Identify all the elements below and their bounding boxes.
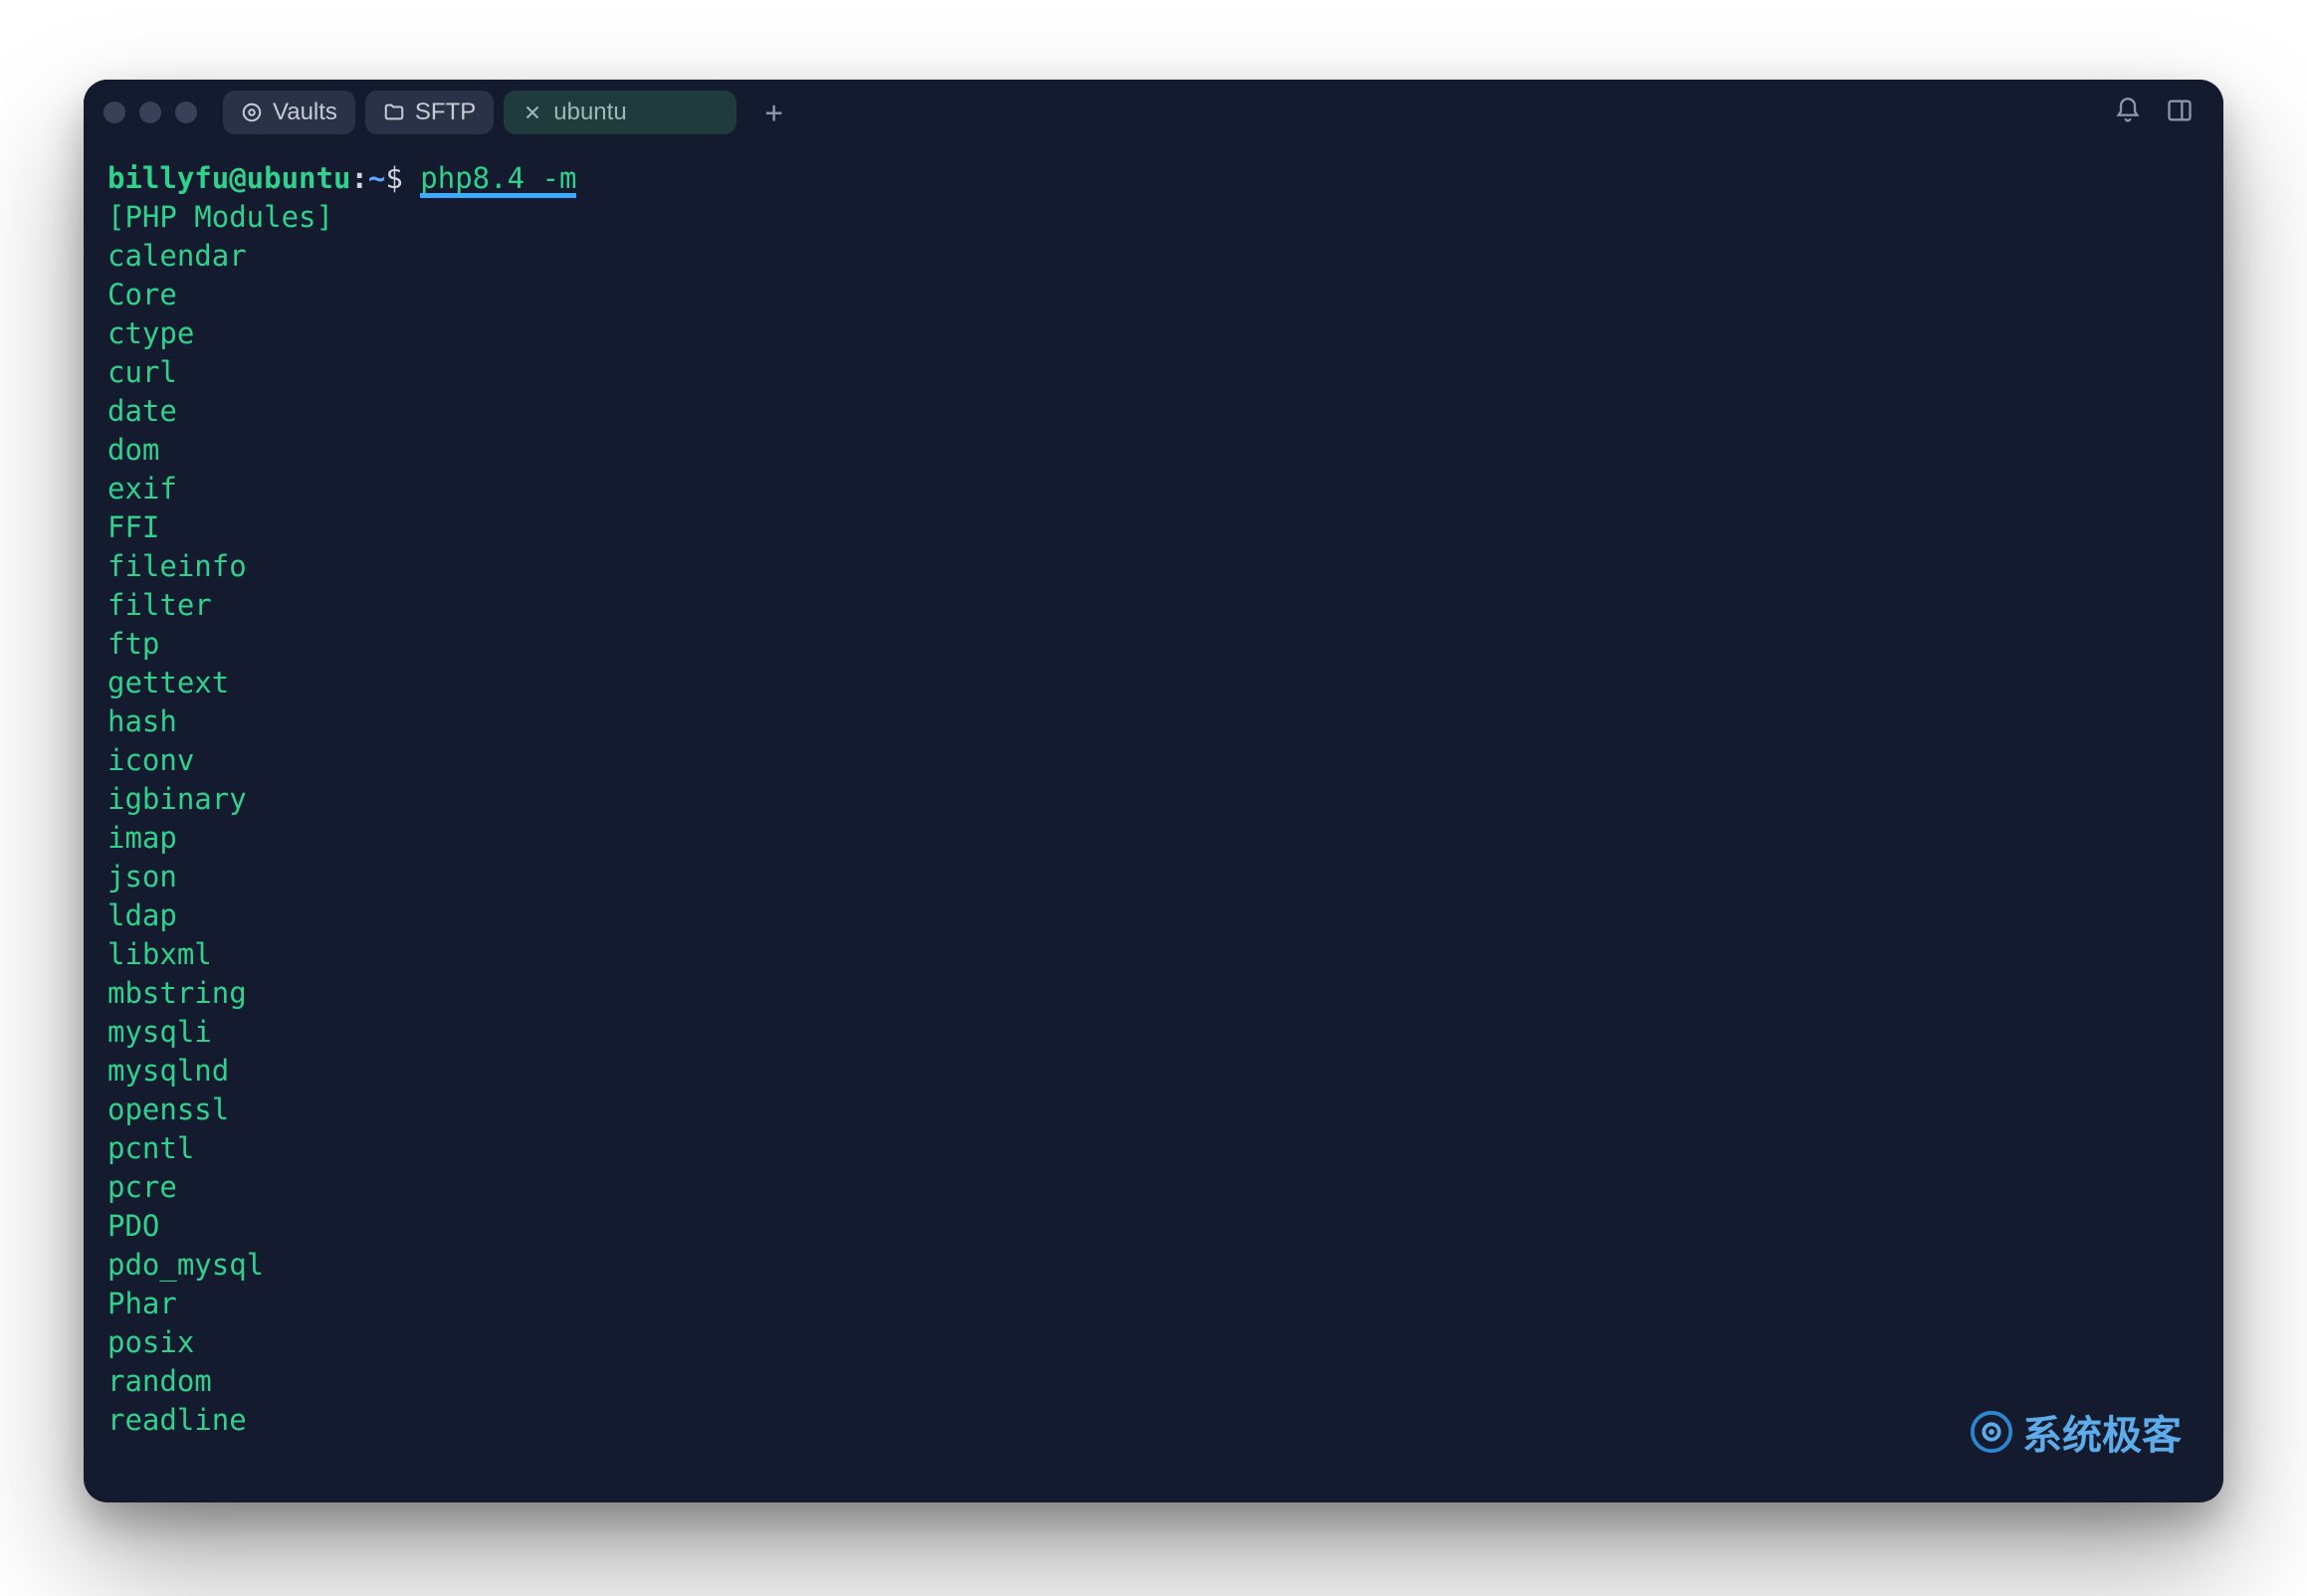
close-dot[interactable] — [104, 101, 125, 123]
prompt-sep: $ — [385, 161, 420, 195]
tab-ubuntu[interactable]: ubuntu — [504, 91, 735, 134]
bell-icon[interactable] — [2114, 97, 2142, 128]
mac-window-controls[interactable] — [104, 101, 197, 123]
panel-icon[interactable] — [2166, 97, 2194, 128]
watermark-icon — [1969, 1409, 2014, 1455]
tab-vaults[interactable]: Vaults — [223, 91, 355, 134]
new-tab-button[interactable]: + — [754, 93, 794, 132]
command-output: [PHP Modules] calendar Core ctype curl d… — [107, 200, 333, 1437]
prompt-colon: : — [350, 161, 367, 195]
terminal-body[interactable]: billyfu@ubuntu:~$ php8.4 -m [PHP Modules… — [84, 145, 2223, 1502]
prompt-path: ~ — [368, 161, 385, 195]
prompt-user-host: billyfu@ubuntu — [107, 161, 350, 195]
tab-label: Vaults — [273, 99, 337, 126]
tab-label: ubuntu — [553, 99, 626, 126]
zoom-dot[interactable] — [175, 101, 197, 123]
command-text: php8.4 -m — [420, 163, 576, 198]
titlebar: Vaults SFTP ubuntu + — [84, 80, 2223, 145]
tab-sftp[interactable]: SFTP — [365, 91, 494, 134]
watermark: 系统极客 — [1969, 1403, 2182, 1461]
close-icon[interactable] — [522, 101, 543, 123]
vault-icon — [241, 101, 263, 123]
tab-label: SFTP — [415, 99, 476, 126]
watermark-text: 系统极客 — [2022, 1403, 2182, 1461]
minimize-dot[interactable] — [139, 101, 161, 123]
folder-icon — [383, 101, 405, 123]
terminal-window: Vaults SFTP ubuntu + — [84, 80, 2223, 1502]
